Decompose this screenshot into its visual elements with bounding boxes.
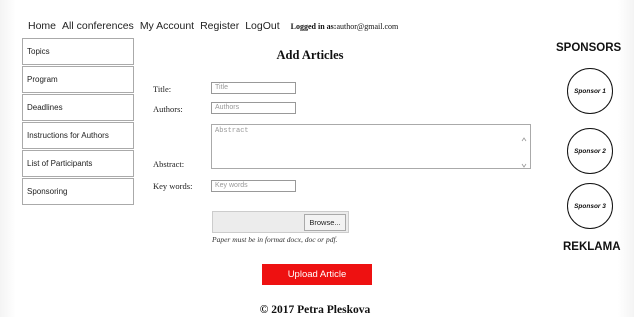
page: Home All conferences My Account Register…: [0, 0, 634, 317]
reklama-heading: REKLAMA: [563, 241, 621, 253]
keywords-input[interactable]: Key words: [211, 180, 296, 192]
authors-input[interactable]: Authors: [211, 102, 296, 114]
sidebar-item-program[interactable]: Program: [22, 66, 134, 93]
sidebar-item-list-of-participants[interactable]: List of Participants: [22, 150, 134, 177]
abstract-placeholder: Abstract: [215, 127, 249, 135]
keywords-label: Key words:: [153, 181, 193, 191]
nav-register-link[interactable]: Register: [197, 20, 242, 32]
nav-logout-link[interactable]: LogOut: [242, 20, 282, 32]
authors-label: Authors:: [153, 104, 183, 114]
nav-my-account-link[interactable]: My Account: [137, 20, 197, 32]
sponsors-heading: SPONSORS: [556, 42, 622, 54]
sidebar-item-topics[interactable]: Topics: [22, 38, 134, 65]
sponsor-logo-2[interactable]: Sponsor 2: [567, 128, 613, 174]
file-upload-field[interactable]: Browse...: [212, 211, 349, 233]
format-note: Paper must be in format docx, doc or pdf…: [212, 235, 338, 244]
footer-copyright: © 2017 Petra Pleskova: [259, 304, 371, 316]
abstract-textarea[interactable]: Abstract: [211, 124, 531, 169]
sidebar-item-instructions-for-authors[interactable]: Instructions for Authors: [22, 122, 134, 149]
page-title: Add Articles: [276, 48, 344, 62]
login-info: Logged in as:author@gmail.com: [291, 22, 399, 31]
browse-button[interactable]: Browse...: [304, 214, 346, 231]
scrollbar-arrows-icon[interactable]: [521, 133, 527, 173]
abstract-label: Abstract:: [153, 159, 185, 169]
login-email: author@gmail.com: [336, 21, 399, 31]
sponsor-logo-1[interactable]: Sponsor 1: [567, 68, 613, 114]
upload-article-button[interactable]: Upload Article: [262, 264, 372, 285]
title-label: Title:: [153, 84, 172, 94]
nav-all-conferences-link[interactable]: All conferences: [59, 20, 137, 32]
sidebar-item-deadlines[interactable]: Deadlines: [22, 94, 134, 121]
title-input[interactable]: Title: [211, 82, 296, 94]
login-label: Logged in as:: [290, 21, 337, 31]
top-nav: Home All conferences My Account Register…: [22, 17, 398, 35]
nav-home-link[interactable]: Home: [22, 20, 59, 32]
sponsor-logo-3[interactable]: Sponsor 3: [567, 183, 613, 229]
sidebar: Topics Program Deadlines Instructions fo…: [22, 38, 134, 206]
sidebar-item-sponsoring[interactable]: Sponsoring: [22, 178, 134, 205]
